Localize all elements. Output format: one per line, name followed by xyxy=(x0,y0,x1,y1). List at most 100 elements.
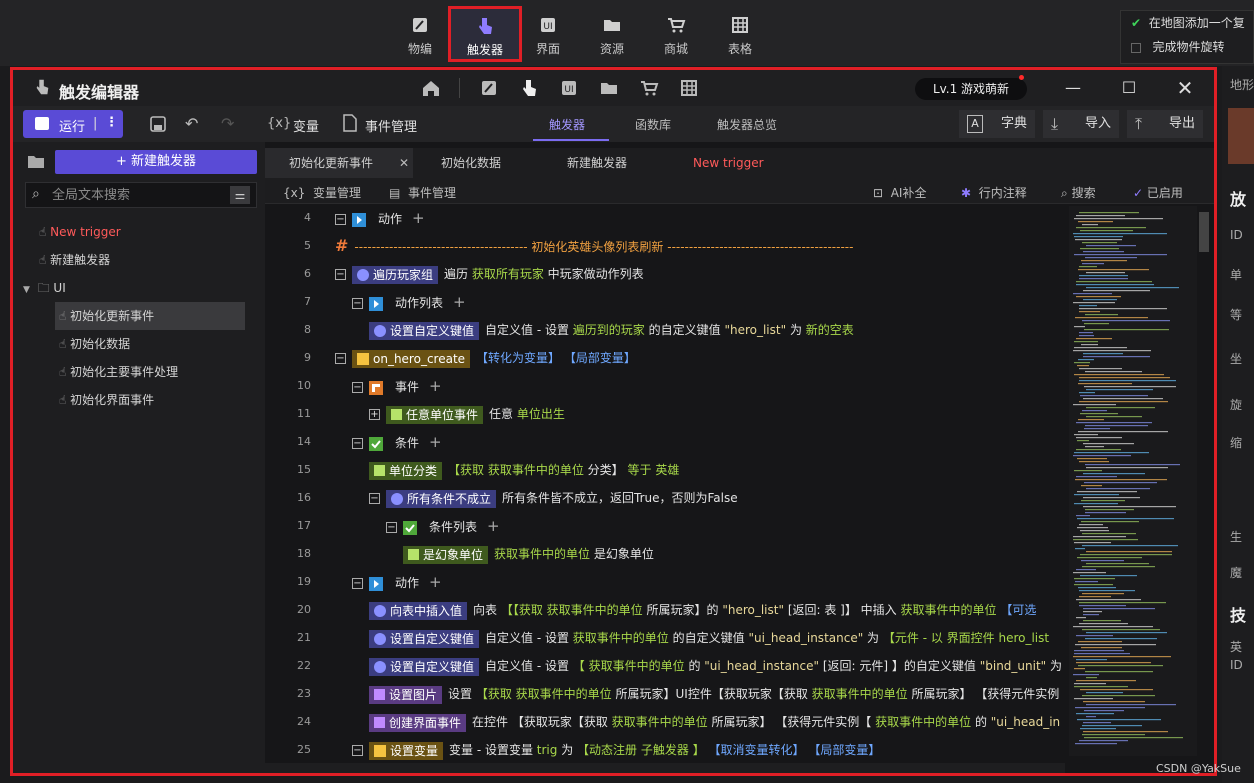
collapse-icon[interactable]: − xyxy=(352,745,363,756)
enabled-toggle[interactable]: ✓ 已启用 xyxy=(1133,184,1183,201)
collapse-icon[interactable]: − xyxy=(352,298,363,309)
code-line[interactable]: 16 − 所有条件不成立 所有条件皆不成立，返回True，否则为False xyxy=(265,484,1065,512)
add-icon[interactable]: + xyxy=(453,293,466,311)
horizontal-scrollbar[interactable] xyxy=(265,763,1065,773)
collapse-icon[interactable]: − xyxy=(335,214,346,225)
file-tab-new-trigger[interactable]: 新建触发器 xyxy=(567,148,627,178)
code-line[interactable]: 14 − 条件 + xyxy=(265,428,1065,456)
collapse-icon[interactable]: − xyxy=(335,269,346,280)
collapse-icon[interactable]: − xyxy=(352,438,363,449)
level-badge[interactable]: Lv.1 游戏萌新 xyxy=(915,78,1027,100)
global-search-input[interactable] xyxy=(52,187,222,203)
node-tag[interactable]: 创建界面事件 xyxy=(369,713,467,732)
add-folder-icon[interactable] xyxy=(27,153,45,169)
save-icon[interactable] xyxy=(149,115,167,133)
variables-button[interactable]: 变量 xyxy=(293,116,319,135)
tab-trigger[interactable]: 触发器 xyxy=(549,116,585,133)
collapse-icon[interactable]: − xyxy=(352,578,363,589)
file-tab-init-data[interactable]: 初始化数据 xyxy=(441,148,501,178)
add-icon[interactable]: + xyxy=(429,433,442,451)
add-icon[interactable]: + xyxy=(429,573,442,591)
inline-comment-button[interactable]: ✱ 行内注释 xyxy=(961,184,1027,201)
vertical-scrollbar[interactable] xyxy=(1199,212,1209,252)
dictionary-button[interactable]: A 字典 xyxy=(959,110,1035,138)
option-add-to-map[interactable]: ✔ 在地图添加一个复 xyxy=(1121,11,1253,35)
tree-item-init-data[interactable]: ☝ 初始化数据 xyxy=(59,330,130,358)
tree-item-new-trigger[interactable]: ☝ New trigger xyxy=(39,218,121,246)
code-line[interactable]: 20 向表中插入值 向表 【【获取 获取事件中的单位 所属玩家】的 "hero_li… xyxy=(265,596,1065,624)
code-line[interactable]: 10 − 事件 + xyxy=(265,372,1065,400)
collapse-icon[interactable]: − xyxy=(386,522,397,533)
expand-icon[interactable]: + xyxy=(369,409,380,420)
add-icon[interactable]: + xyxy=(487,517,500,535)
code-line[interactable]: 21 设置自定义键值 自定义值 - 设置 获取事件中的单位 的自定义键值 "ui_h… xyxy=(265,624,1065,652)
option-finish-rotate[interactable]: 完成物件旋转 xyxy=(1121,35,1253,59)
collapse-icon[interactable]: − xyxy=(369,493,380,504)
toolbar-item-shop[interactable]: 商城 xyxy=(646,12,706,62)
code-line[interactable]: 22 设置自定义键值 自定义值 - 设置 【 获取事件中的单位 的 "ui_head… xyxy=(265,652,1065,680)
import-button[interactable]: ⤓ 导入 xyxy=(1043,110,1119,138)
code-line[interactable]: 4 − 动作 + xyxy=(265,204,1065,232)
node-tag[interactable]: 设置变量 xyxy=(369,741,444,760)
tree-folder-ui[interactable]: ▼ 🗀 UI xyxy=(23,274,66,302)
collapse-icon[interactable]: − xyxy=(352,382,363,393)
code-line[interactable]: 11 + 任意单位事件 任意 单位出生 xyxy=(265,400,1065,428)
search-button[interactable]: ⌕ 搜索 xyxy=(1061,184,1096,201)
node-tag[interactable]: 设置自定义键值 xyxy=(369,629,480,648)
more-icon[interactable]: ⋮ xyxy=(105,115,118,130)
event-manage-button[interactable]: 事件管理 xyxy=(365,116,417,135)
hand-pointer-icon[interactable] xyxy=(519,79,539,97)
node-tag[interactable]: 设置自定义键值 xyxy=(369,657,480,676)
home-icon[interactable] xyxy=(421,79,441,97)
cart-icon[interactable] xyxy=(639,79,659,97)
redo-icon[interactable]: ↷ xyxy=(221,114,234,133)
node-tag[interactable]: 设置自定义键值 xyxy=(369,321,480,340)
filter-icon[interactable]: ⚌ xyxy=(230,186,250,204)
tree-item-init-main-events[interactable]: ☝ 初始化主要事件处理 xyxy=(59,358,178,386)
ai-complete-button[interactable]: ⊡ AI补全 xyxy=(873,184,926,201)
node-tag[interactable]: 向表中插入值 xyxy=(369,601,468,620)
new-trigger-button[interactable]: + 新建触发器 xyxy=(55,150,257,174)
code-line[interactable]: 6 − 遍历玩家组 遍历 获取所有玩家 中玩家做动作列表 xyxy=(265,260,1065,288)
folder-icon[interactable] xyxy=(599,79,619,97)
add-icon[interactable]: + xyxy=(412,209,425,227)
node-tag[interactable]: 所有条件不成立 xyxy=(386,489,497,508)
toolbar-item-table[interactable]: 表格 xyxy=(710,12,770,62)
code-line[interactable]: 18 是幻象单位 获取事件中的单位 是幻象单位 xyxy=(265,540,1065,568)
code-line[interactable]: 5 # --------------------------------------… xyxy=(265,232,1065,260)
node-tag[interactable]: 单位分类 xyxy=(369,461,443,480)
file-tab-new-trigger-en[interactable]: New trigger xyxy=(693,148,764,178)
node-tag[interactable]: 遍历玩家组 xyxy=(352,265,439,284)
close-icon[interactable]: ✕ xyxy=(1175,78,1195,98)
run-button[interactable]: 运行 | ⋮ xyxy=(23,110,123,138)
variable-manage-button[interactable]: {x} 变量管理 xyxy=(283,184,361,201)
collapse-icon[interactable]: − xyxy=(335,353,346,364)
toolbar-item-object-editor[interactable]: 物编 xyxy=(390,12,450,62)
code-line[interactable]: 15 单位分类 【获取 获取事件中的单位 分类】 等于 英雄 xyxy=(265,456,1065,484)
export-button[interactable]: ⤒ 导出 xyxy=(1127,110,1203,138)
code-line[interactable]: 17 − 条件列表 + xyxy=(265,512,1065,540)
event-manage-sub-button[interactable]: ▤ 事件管理 xyxy=(389,184,456,201)
tree-item-new-trigger-cn[interactable]: ☝ 新建触发器 xyxy=(39,246,110,274)
maximize-icon[interactable]: ☐ xyxy=(1119,78,1139,98)
toolbar-item-resources[interactable]: 资源 xyxy=(582,12,642,62)
file-tab-init-update[interactable]: 初始化更新事件 ✕ xyxy=(265,148,413,178)
toolbar-item-ui[interactable]: UI 界面 xyxy=(518,12,578,62)
tree-item-init-update[interactable]: ☝ 初始化更新事件 xyxy=(55,302,245,330)
code-line[interactable]: 23 设置图片 设置 【获取 获取事件中的单位 所属玩家】UI控件【获取玩家【获取 … xyxy=(265,680,1065,708)
add-icon[interactable]: + xyxy=(429,377,442,395)
code-line[interactable]: 9 − on_hero_create 【转化为变量】 【局部变量】 xyxy=(265,344,1065,372)
node-tag[interactable]: on_hero_create xyxy=(352,349,471,368)
tree-item-init-ui-events[interactable]: ☝ 初始化界面事件 xyxy=(59,386,154,414)
code-line[interactable]: 24 创建界面事件 在控件 【获取玩家【获取 获取事件中的单位 所属玩家】 【获得元… xyxy=(265,708,1065,736)
node-tag[interactable]: 设置图片 xyxy=(369,685,443,704)
code-line[interactable]: 19 − 动作 + xyxy=(265,568,1065,596)
tab-function-library[interactable]: 函数库 xyxy=(635,116,671,133)
grid-icon[interactable] xyxy=(679,79,699,97)
node-tag[interactable]: 任意单位事件 xyxy=(386,405,484,424)
code-line[interactable]: 7 − 动作列表 + xyxy=(265,288,1065,316)
toolbar-item-trigger[interactable]: 触发器 xyxy=(448,6,522,62)
close-icon[interactable]: ✕ xyxy=(399,148,409,178)
edit-icon[interactable] xyxy=(479,79,499,97)
code-minimap[interactable] xyxy=(1069,206,1197,756)
